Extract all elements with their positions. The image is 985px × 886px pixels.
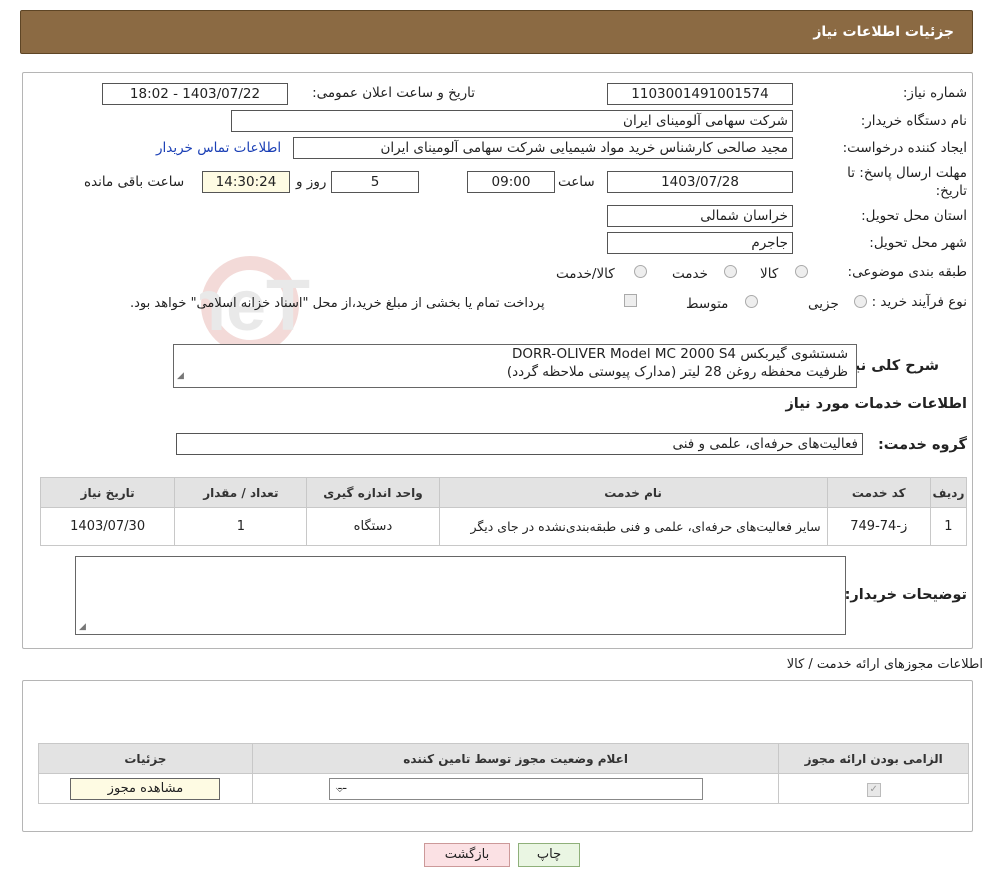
need-number-field: 1103001491001574: [607, 83, 793, 105]
page-header: جزئیات اطلاعات نیاز: [20, 10, 973, 54]
province-field: خراسان شمالی: [607, 205, 793, 227]
category-option-service: خدمت: [672, 266, 708, 282]
resize-grip-icon[interactable]: ◢: [177, 367, 184, 385]
category-option-both: کالا/خدمت: [556, 266, 615, 282]
province-label: استان محل تحویل:: [861, 208, 967, 224]
resize-grip-icon[interactable]: ◢: [79, 622, 86, 632]
days-field: 5: [331, 171, 419, 193]
remaining-time-field: 14:30:24: [202, 171, 290, 193]
deadline-date-field: 1403/07/28: [607, 171, 793, 193]
city-label: شهر محل تحویل:: [869, 235, 967, 251]
payment-note: پرداخت تمام یا بخشی از مبلغ خرید،از محل …: [130, 296, 545, 311]
description-textarea[interactable]: شستشوی گیربکس DORR-OLIVER Model MC 2000 …: [173, 344, 857, 388]
cell-permit-status: -- ⌵: [251, 773, 780, 804]
col-qty: تعداد / مقدار: [174, 477, 308, 508]
cell-code: ز-74-749: [826, 507, 931, 546]
table-row: 1 ز-74-749 سایر فعالیت‌های حرفه‌ای، علمی…: [39, 507, 968, 546]
process-radio-minor[interactable]: [854, 295, 867, 308]
process-option-medium: متوسط: [686, 296, 729, 312]
creator-field: مجید صالحی کارشناس خرید مواد شیمیایی شرک…: [293, 137, 793, 159]
process-option-minor: جزیی: [808, 296, 839, 312]
checkbox-checked-icon: ✓: [866, 782, 881, 797]
announce-label: تاریخ و ساعت اعلان عمومی:: [312, 85, 475, 101]
buyer-notes-textarea[interactable]: ◢: [75, 556, 846, 635]
deadline-label-2: تاریخ:: [935, 183, 967, 199]
cell-unit: دستگاه: [306, 507, 440, 546]
col-date: تاریخ نیاز: [39, 477, 176, 508]
treasury-checkbox[interactable]: [624, 294, 637, 307]
process-radio-medium[interactable]: [745, 295, 758, 308]
description-line-1: شستشوی گیربکس DORR-OLIVER Model MC 2000 …: [511, 346, 848, 362]
cell-row: 1: [929, 507, 968, 546]
category-label: طبقه بندی موضوعی:: [847, 264, 967, 280]
days-label: روز و: [296, 174, 327, 190]
deadline-label: مهلت ارسال پاسخ: تا: [847, 165, 967, 181]
col-unit: واحد اندازه گیری: [306, 477, 440, 508]
permit-status-select[interactable]: -- ⌵: [328, 777, 703, 800]
permits-table-header: الزامی بودن ارائه مجوز اعلام وضعیت مجوز …: [38, 743, 969, 774]
services-table-header: ردیف کد خدمت نام خدمت واحد اندازه گیری ت…: [39, 477, 968, 508]
category-radio-goods[interactable]: [795, 265, 808, 278]
services-section-title: اطلاعات خدمات مورد نیاز: [785, 396, 967, 412]
service-group-field: فعالیت‌های حرفه‌ای، علمی و فنی: [176, 433, 863, 455]
col-row: ردیف: [929, 477, 968, 508]
buyer-org-label: نام دستگاه خریدار:: [860, 113, 967, 129]
print-button[interactable]: چاپ: [518, 843, 580, 867]
cell-permit-details: مشاهده مجوز: [38, 773, 253, 804]
back-button[interactable]: بازگشت: [424, 843, 510, 867]
buyer-contact-link[interactable]: اطلاعات تماس خریدار: [156, 140, 281, 156]
buyer-notes-label: توضیحات خریدار:: [844, 587, 967, 603]
description-line-2: ظرفیت محفظه روغن 28 لیتر (مدارک پیوستی م…: [506, 364, 848, 380]
announce-field: 1403/07/22 - 18:02: [102, 83, 288, 105]
col-permit-details: جزئیات: [38, 743, 253, 774]
cell-name: سایر فعالیت‌های حرفه‌ای، علمی و فنی طبقه…: [438, 507, 828, 546]
category-radio-service[interactable]: [724, 265, 737, 278]
chevron-down-icon: ⌵: [335, 781, 344, 795]
cell-date: 1403/07/30: [39, 507, 176, 546]
service-group-label: گروه خدمت:: [877, 437, 967, 453]
col-name: نام خدمت: [438, 477, 828, 508]
services-table: ردیف کد خدمت نام خدمت واحد اندازه گیری ت…: [39, 477, 968, 546]
view-permit-button[interactable]: مشاهده مجوز: [70, 777, 221, 800]
cell-qty: 1: [174, 507, 308, 546]
cell-permit-required: ✓: [778, 773, 969, 804]
deadline-time-field: 09:00: [467, 171, 555, 193]
table-row: ✓ -- ⌵ مشاهده مجوز: [38, 773, 969, 804]
process-label: نوع فرآیند خرید :: [871, 294, 967, 310]
category-radio-both[interactable]: [634, 265, 647, 278]
col-permit-status: اعلام وضعیت مجوز توسط تامین کننده: [251, 743, 780, 774]
category-option-goods: کالا: [760, 266, 779, 282]
buyer-org-field: شرکت سهامی آلومینای ایران: [231, 110, 793, 132]
need-number-label: شماره نیاز:: [902, 85, 967, 101]
creator-label: ایجاد کننده درخواست:: [842, 140, 967, 156]
col-permit-required: الزامی بودن ارائه مجوز: [778, 743, 969, 774]
remaining-label: ساعت باقی مانده: [84, 174, 185, 190]
city-field: جاجرم: [607, 232, 793, 254]
deadline-time-label: ساعت: [558, 174, 595, 190]
permits-section-title: اطلاعات مجوزهای ارائه خدمت / کالا: [786, 657, 983, 672]
col-code: کد خدمت: [826, 477, 931, 508]
permits-table: الزامی بودن ارائه مجوز اعلام وضعیت مجوز …: [38, 743, 969, 804]
